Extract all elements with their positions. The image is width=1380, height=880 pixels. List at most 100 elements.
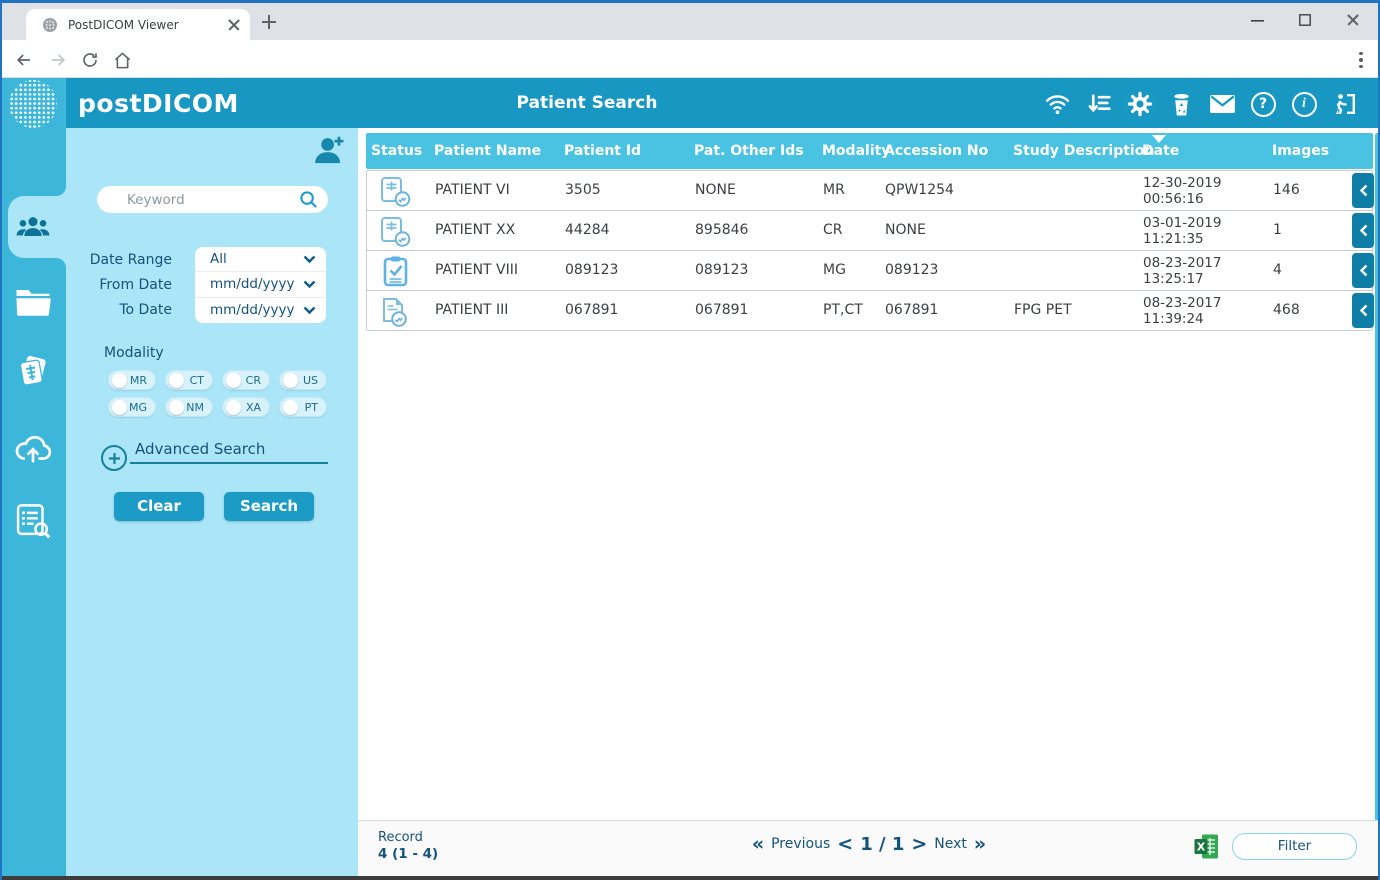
modality-toggle-mg[interactable]: MG (108, 397, 156, 417)
cell-modality: PT,CT (823, 291, 863, 330)
browser-tab[interactable]: PostDICOM Viewer (26, 9, 250, 40)
col-patient-name[interactable]: Patient Name (434, 133, 541, 169)
row-expand-button[interactable] (1352, 213, 1374, 248)
date-filters-box: All mm/dd/yyyy mm/dd/yyyy (195, 247, 326, 323)
browser-menu-icon[interactable] (1349, 48, 1373, 72)
reload-icon[interactable] (78, 48, 102, 72)
wifi-icon[interactable] (1042, 89, 1072, 119)
window-minimize-button[interactable] (1234, 3, 1280, 37)
col-other-ids[interactable]: Pat. Other Ids (694, 133, 804, 169)
col-accession-no[interactable]: Accession No (884, 133, 988, 169)
row-expand-button[interactable] (1352, 293, 1374, 328)
to-date-label: To Date (119, 302, 172, 318)
cell-time: 13:25:17 (1143, 271, 1204, 287)
sidebar-fillet (56, 184, 66, 196)
col-images[interactable]: Images (1272, 133, 1329, 169)
study-images-icon (14, 351, 52, 391)
col-study-description[interactable]: Study Description (1013, 133, 1154, 169)
add-user-icon (311, 132, 347, 168)
info-icon[interactable]: i (1289, 89, 1319, 119)
to-date-value: mm/dd/yyyy (210, 302, 303, 318)
settings-gear-icon[interactable] (1125, 89, 1155, 119)
modality-toggle-mr[interactable]: MR (108, 370, 156, 390)
table-row[interactable]: PATIENT VIII 089123 089123 MG 089123 08-… (366, 250, 1373, 291)
row-expand-button[interactable] (1352, 253, 1374, 288)
tab-close-icon[interactable] (228, 19, 240, 31)
cell-patient-id: 089123 (565, 251, 618, 290)
svg-text:X: X (1197, 841, 1206, 854)
logout-icon[interactable] (1330, 89, 1360, 119)
to-date-select[interactable]: mm/dd/yyyy (195, 298, 326, 323)
favicon-icon (42, 17, 58, 33)
cell-images: 1 (1273, 211, 1282, 250)
cell-accession: NONE (885, 211, 926, 250)
sidebar-item-upload[interactable] (14, 428, 52, 466)
prev-chevron-icon[interactable]: < (837, 833, 853, 855)
cell-time: 11:39:24 (1143, 311, 1204, 327)
scrollbar-track[interactable] (1375, 133, 1380, 827)
date-range-value: All (210, 251, 303, 267)
mail-icon[interactable] (1207, 89, 1237, 119)
export-excel-button[interactable]: X (1193, 833, 1220, 860)
pagination: « Previous < 1 / 1 > Next » (358, 833, 1380, 855)
advanced-search-underline (130, 462, 328, 464)
table-row[interactable]: PATIENT VI 3505 NONE MR QPW1254 12-30-20… (366, 170, 1373, 211)
row-expand-button[interactable] (1352, 173, 1374, 208)
col-status[interactable]: Status (371, 133, 422, 169)
forward-icon[interactable] (46, 48, 70, 72)
modality-toggle-cr[interactable]: CR (222, 370, 270, 390)
browser-tabstrip: PostDICOM Viewer (0, 3, 1380, 40)
table-row[interactable]: PATIENT XX 44284 895846 CR NONE 03-01-20… (366, 210, 1373, 251)
modality-toggle-pt[interactable]: PT (279, 397, 327, 417)
sort-download-icon[interactable] (1084, 89, 1114, 119)
window-close-button[interactable] (1330, 3, 1376, 37)
next-chevron-icon[interactable]: > (911, 833, 927, 855)
sort-desc-icon (1152, 135, 1166, 143)
cell-modality: CR (823, 211, 843, 250)
sidebar-fillet (56, 258, 66, 270)
cell-other-ids: 895846 (695, 211, 748, 250)
back-icon[interactable] (12, 48, 36, 72)
filter-button[interactable]: Filter (1232, 833, 1357, 860)
cell-time: 00:56:16 (1143, 191, 1204, 207)
add-patient-button[interactable] (311, 132, 347, 168)
clear-button[interactable]: Clear (114, 492, 204, 521)
keyword-search-box (97, 186, 328, 213)
from-date-select[interactable]: mm/dd/yyyy (195, 272, 326, 297)
table-row[interactable]: PATIENT III 067891 067891 PT,CT 067891 F… (366, 290, 1373, 331)
col-patient-id[interactable]: Patient Id (564, 133, 641, 169)
trash-icon[interactable] (1166, 89, 1196, 119)
previous-page-button[interactable]: Previous (771, 836, 830, 852)
search-button[interactable]: Search (224, 492, 314, 521)
plus-icon (108, 452, 121, 465)
cell-date: 12-30-2019 (1143, 175, 1221, 191)
sidebar-item-folders[interactable] (14, 283, 52, 321)
home-icon[interactable] (110, 48, 134, 72)
search-icon[interactable] (299, 190, 318, 209)
col-modality[interactable]: Modality (822, 133, 890, 169)
advanced-search-link[interactable]: Advanced Search (135, 440, 265, 458)
cell-images: 4 (1273, 251, 1282, 290)
modality-toggle-ct[interactable]: CT (165, 370, 213, 390)
modality-toggle-xa[interactable]: XA (222, 397, 270, 417)
chevron-left-icon (1359, 224, 1368, 237)
modality-toggle-us[interactable]: US (279, 370, 327, 390)
help-icon[interactable]: ? (1248, 89, 1278, 119)
date-range-select[interactable]: All (195, 247, 326, 272)
window-maximize-button[interactable] (1282, 3, 1328, 37)
first-page-icon[interactable]: « (752, 833, 764, 855)
last-page-icon[interactable]: » (974, 833, 986, 855)
sidebar-item-search-list[interactable] (14, 502, 52, 540)
status-document-chart-icon (379, 296, 413, 327)
advanced-search-expand-button[interactable] (101, 445, 127, 471)
cell-accession: 089123 (885, 251, 938, 290)
browser-toolbar: postdicom.com/ViewerIII/Main (0, 40, 1380, 78)
next-page-button[interactable]: Next (934, 836, 967, 852)
cell-patient-name: PATIENT VI (435, 171, 510, 210)
list-search-icon (14, 502, 52, 540)
modality-toggle-nm[interactable]: NM (165, 397, 213, 417)
sidebar-item-patient-search[interactable] (14, 208, 52, 246)
status-study-report-icon (379, 176, 413, 207)
sidebar-item-studies[interactable] (14, 352, 52, 390)
keyword-input[interactable] (127, 192, 299, 208)
